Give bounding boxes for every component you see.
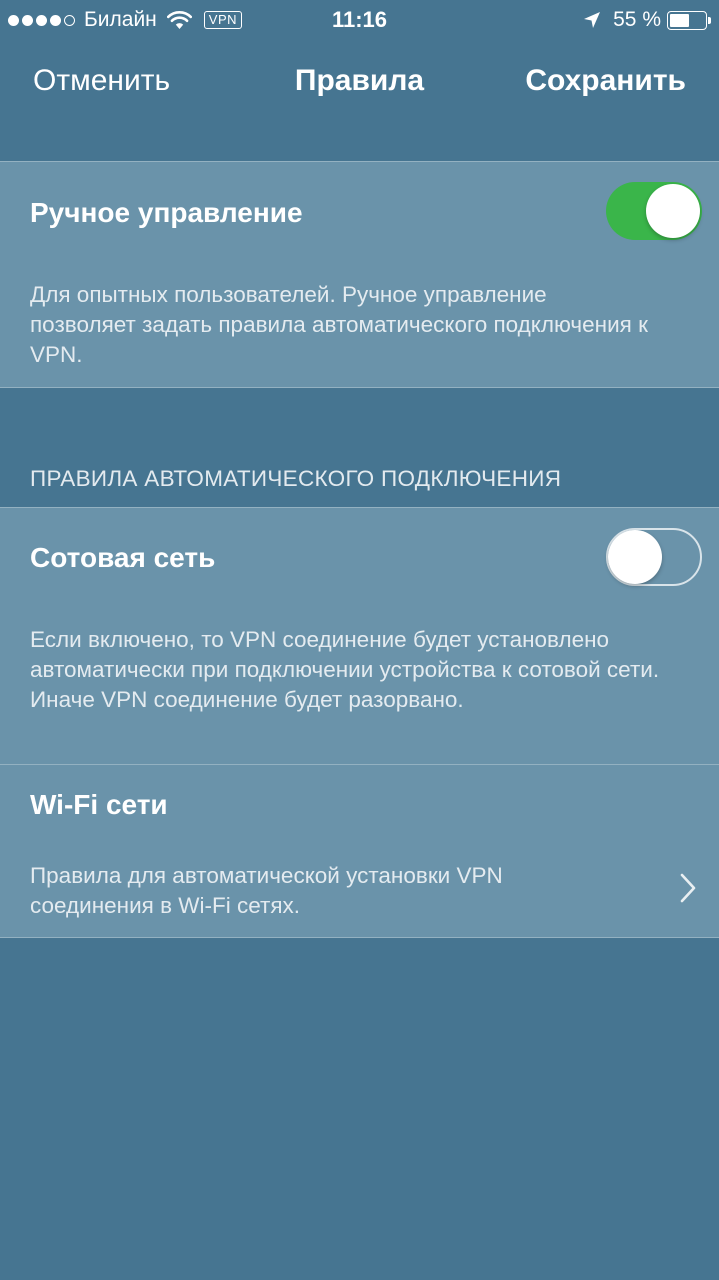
cellular-toggle[interactable] [606, 528, 702, 586]
toggle-knob [646, 184, 700, 238]
battery-percent: 55 % [613, 8, 661, 31]
manual-control-toggle[interactable] [606, 182, 702, 240]
wifi-title: Wi-Fi сети [30, 789, 168, 820]
auto-rules-group: Сотовая сеть Если включено, то VPN соеди… [0, 507, 719, 938]
battery-nub [708, 16, 711, 24]
status-bar: Билайн VPN 11:16 55 % [0, 0, 719, 40]
status-right: 55 % [583, 8, 711, 32]
save-button[interactable]: Сохранить [525, 64, 686, 98]
location-arrow-icon [584, 12, 601, 28]
wifi-networks-row[interactable]: Wi-Fi сети Правила для автоматической ус… [0, 765, 719, 938]
wifi-description: Правила для автоматической установки VPN… [30, 863, 503, 918]
chevron-right-icon [680, 873, 696, 903]
section-header: ПРАВИЛА АВТОМАТИЧЕСКОГО ПОДКЛЮЧЕНИЯ [30, 466, 562, 491]
manual-control-description: Для опытных пользователей. Ручное управл… [30, 282, 648, 367]
battery-icon [667, 10, 707, 30]
toggle-knob [608, 530, 662, 584]
manual-control-cell: Ручное управление Для опытных пользовате… [0, 161, 719, 388]
navigation-bar: Отменить Правила Сохранить [0, 52, 719, 110]
cellular-description: Если включено, то VPN соединение будет у… [30, 627, 660, 712]
manual-control-title: Ручное управление [30, 197, 303, 228]
cellular-title: Сотовая сеть [30, 542, 216, 573]
